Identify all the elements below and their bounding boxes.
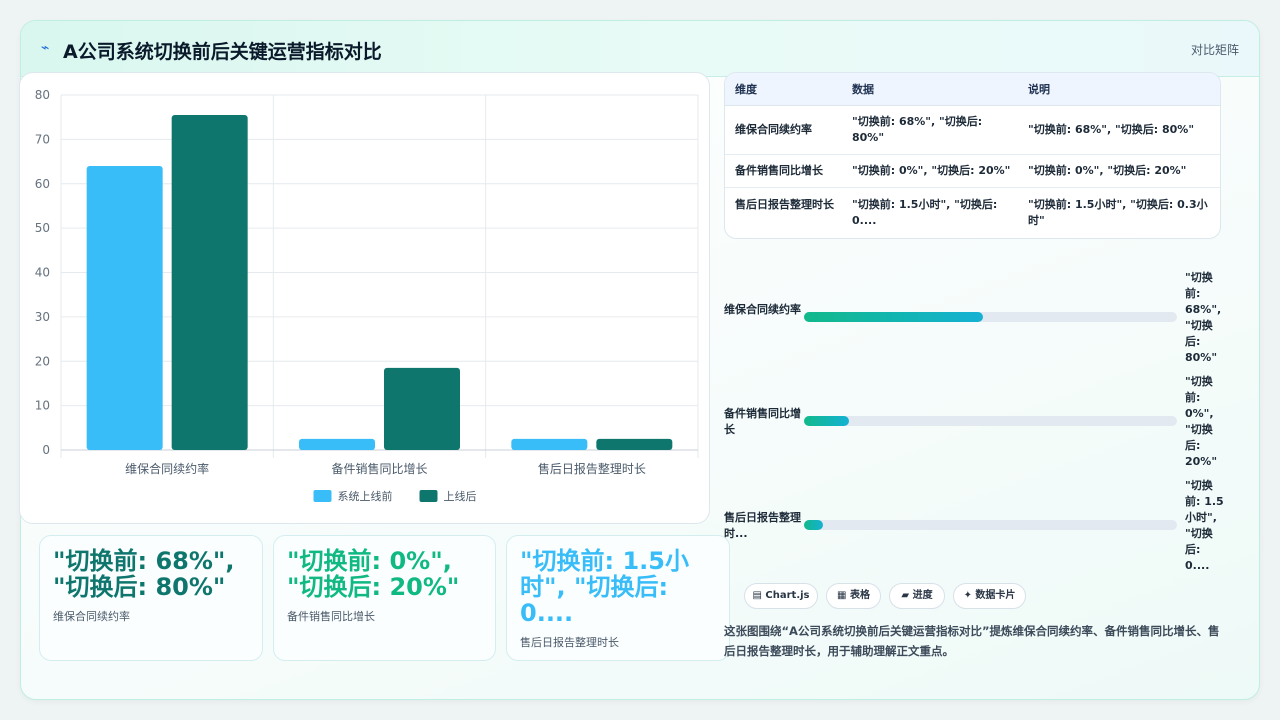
stat-card-renewal: "切换前: 68%", "切换后: 80%" 维保合同续约率	[39, 535, 263, 661]
y-tick-label: 10	[35, 399, 50, 413]
stat-card-sales: "切换前: 0%", "切换后: 20%" 备件销售同比增长	[273, 535, 496, 661]
table-cell: 售后日报告整理时长	[735, 198, 834, 211]
header: ⌁ A公司系统切换前后关键运营指标对比 对比矩阵	[21, 21, 1259, 77]
progress-value: "切换前: 68%", "切换后: 80%"	[1185, 271, 1222, 364]
bar-after	[384, 367, 460, 450]
table-row: 备件销售同比增长 "切换前: 0%", "切换后: 20%" "切换前: 0%"…	[725, 155, 1220, 188]
progress-row-renewal: 维保合同续约率 "切换前: 68%", "切换后: 80%"	[724, 268, 1224, 368]
matrix-link[interactable]: 对比矩阵	[1191, 41, 1239, 58]
bar-chart: 0 10 20 30 40 50 60 70 80 维保合同续约率 备件销售同比增长 售后日报告整理时…	[35, 88, 699, 503]
column-header: 说明	[1028, 83, 1050, 96]
legend-label: 系统上线前	[338, 489, 393, 503]
table-cell: "切换前: 1.5小时", "切换后: 0....	[852, 198, 998, 227]
progress-label: 维保合同续约率	[724, 303, 801, 316]
chip-progress[interactable]: ▰ 进度	[889, 583, 945, 609]
x-tick-label: 备件销售同比增长	[331, 461, 427, 476]
progress-row-sales: 备件销售同比增长 "切换前: 0%", "切换后: 20%"	[724, 372, 1224, 472]
column-header: 数据	[852, 83, 874, 96]
y-tick-label: 80	[35, 88, 50, 102]
progress-value: "切换前: 0%", "切换后: 20%"	[1185, 375, 1218, 468]
table-cell: "切换前: 68%", "切换后: 80%"	[1028, 123, 1195, 136]
y-tick-label: 60	[35, 177, 50, 191]
progress-row-report: 售后日报告整理时... "切换前: 1.5小时", "切换后: 0....	[724, 476, 1224, 576]
data-table: 维度 数据 说明 维保合同续约率 "切换前: 68%", "切换后: 80%" …	[724, 72, 1221, 239]
stat-label: 备件销售同比增长	[287, 610, 375, 623]
progress-track	[804, 520, 1177, 530]
stat-value: "切换前: 1.5小时", "切换后: 0....	[520, 547, 689, 627]
y-tick-label: 50	[35, 221, 50, 235]
progress-track	[804, 312, 1177, 322]
lightning-icon: ⌁	[41, 40, 50, 56]
table-row: 维保合同续约率 "切换前: 68%", "切换后: 80%" "切换前: 68%…	[725, 106, 1220, 155]
table-cell: "切换前: 1.5小时", "切换后: 0.3小时"	[1028, 198, 1208, 227]
stat-label: 售后日报告整理时长	[520, 636, 619, 649]
progress-label: 售后日报告整理时...	[724, 511, 801, 540]
bar-before	[299, 438, 375, 450]
column-header: 维度	[735, 83, 757, 96]
y-tick-label: 40	[35, 266, 50, 280]
legend-swatch	[419, 490, 438, 502]
progress-track	[804, 416, 1177, 426]
y-tick-label: 70	[35, 132, 50, 146]
chip-data-card[interactable]: ✦ 数据卡片	[953, 583, 1026, 609]
progress-label: 备件销售同比增长	[724, 407, 801, 436]
stat-label: 维保合同续约率	[53, 610, 130, 623]
chip-chartjs[interactable]: ▤ Chart.js	[744, 583, 818, 609]
bar-after	[171, 114, 248, 450]
bar-before	[86, 166, 163, 450]
table-header: 维度 数据 说明	[725, 73, 1220, 106]
legend-swatch	[313, 490, 332, 502]
stat-value: "切换前: 0%", "切换后: 20%"	[287, 547, 460, 601]
page-title: A公司系统切换前后关键运营指标对比	[63, 41, 382, 63]
y-tick-label: 0	[42, 443, 50, 457]
table-row: 售后日报告整理时长 "切换前: 1.5小时", "切换后: 0.... "切换前…	[725, 188, 1220, 238]
bar-after	[596, 438, 673, 450]
progress-fill	[804, 416, 849, 426]
legend-label: 上线后	[444, 489, 477, 503]
chip-table[interactable]: ▦ 表格	[826, 583, 881, 609]
y-tick-label: 30	[35, 310, 50, 324]
table-cell: "切换前: 0%", "切换后: 20%"	[852, 164, 1011, 177]
table-cell: "切换前: 0%", "切换后: 20%"	[1028, 164, 1187, 177]
progress-fill	[804, 312, 984, 322]
table-cell: 备件销售同比增长	[735, 164, 823, 177]
progress-value: "切换前: 1.5小时", "切换后: 0....	[1185, 479, 1224, 572]
chart-card: 0 10 20 30 40 50 60 70 80 维保合同续约率 备件销售同比增长 售后日报告整理时…	[19, 72, 710, 524]
stat-value: "切换前: 68%", "切换后: 80%"	[53, 547, 235, 601]
progress-fill	[804, 520, 823, 530]
stat-card-report: "切换前: 1.5小时", "切换后: 0.... 售后日报告整理时长	[506, 535, 730, 661]
x-tick-label: 售后日报告整理时长	[538, 461, 646, 476]
caption-note: 这张图围绕“A公司系统切换前后关键运营指标对比”提炼维保合同续约率、备件销售同比…	[724, 624, 1220, 658]
bar-before	[511, 438, 588, 450]
table-cell: "切换前: 68%", "切换后: 80%"	[852, 115, 983, 144]
x-tick-label: 维保合同续约率	[125, 461, 209, 476]
y-tick-label: 20	[35, 354, 50, 368]
table-cell: 维保合同续约率	[735, 123, 812, 136]
